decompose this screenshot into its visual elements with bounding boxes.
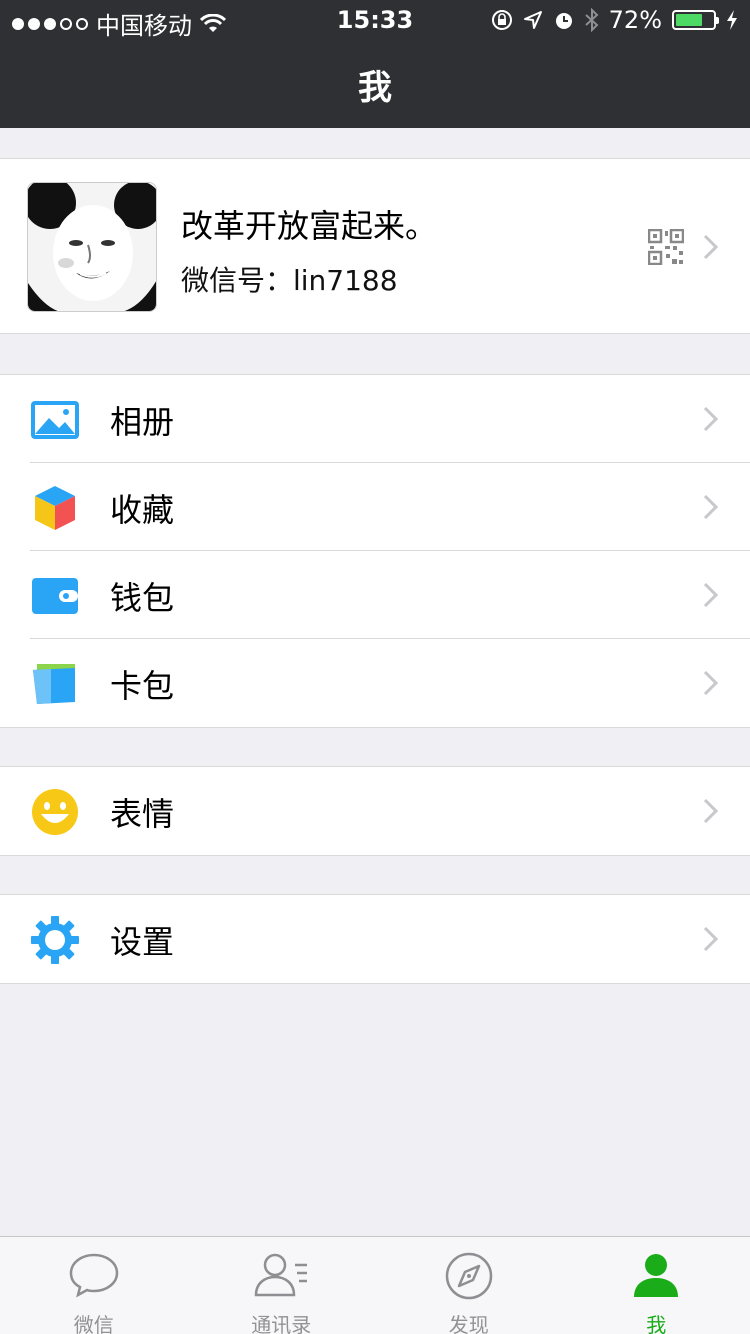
tab-label: 微信 [73, 1313, 114, 1334]
menu-item-settings[interactable]: 设置 [0, 895, 750, 983]
status-bar: 中国移动 15:33 72% [0, 0, 750, 40]
avatar[interactable] [27, 182, 157, 312]
alarm-icon [555, 13, 572, 29]
tab-chats[interactable]: 微信 [0, 1237, 188, 1334]
top-bar: 中国移动 15:33 72% 我 [0, 0, 750, 128]
menu-item-album[interactable]: 相册 [0, 375, 750, 463]
chevron-right-icon [703, 234, 719, 260]
status-right: 72% [491, 6, 738, 34]
compass-icon [445, 1252, 492, 1300]
tab-contacts[interactable]: 通讯录 [188, 1237, 376, 1334]
favorites-cube-icon [35, 486, 75, 530]
bluetooth-icon [584, 8, 599, 32]
menu-item-favorites[interactable]: 收藏 [0, 463, 750, 551]
chat-bubble-icon [69, 1253, 119, 1298]
contacts-icon [254, 1253, 308, 1297]
page-title: 我 [358, 68, 392, 108]
tab-discover[interactable]: 发现 [375, 1237, 563, 1334]
chevron-right-icon [703, 670, 719, 696]
menu-item-label: 设置 [110, 923, 175, 961]
tab-label: 通讯录 [251, 1313, 312, 1334]
tab-label: 我 [646, 1313, 667, 1334]
chevron-right-icon [703, 406, 719, 432]
menu-group-settings: 设置 [0, 894, 750, 984]
profile-card[interactable]: 改革开放富起来。 微信号：lin7188 [0, 158, 750, 334]
wechat-id: 微信号：lin7188 [181, 264, 398, 297]
card-pack-icon [33, 664, 75, 704]
gear-icon [31, 916, 79, 964]
chevron-right-icon [703, 926, 719, 952]
chevron-right-icon [703, 494, 719, 520]
album-icon [31, 401, 79, 439]
profile-name: 改革开放富起来。 [181, 207, 438, 245]
menu-item-label: 钱包 [110, 579, 175, 617]
menu-group-main: 相册 收藏 钱包 卡包 [0, 374, 750, 728]
person-icon [634, 1254, 679, 1297]
tab-me[interactable]: 我 [563, 1237, 750, 1334]
rotation-lock-icon [491, 10, 512, 30]
battery-icon [672, 10, 719, 30]
menu-item-label: 表情 [110, 795, 175, 833]
chevron-right-icon [703, 798, 719, 824]
menu-item-card-pack[interactable]: 卡包 [0, 639, 750, 727]
wallet-icon [32, 578, 78, 614]
menu-item-wallet[interactable]: 钱包 [0, 551, 750, 639]
battery-percent: 72% [608, 6, 662, 34]
tab-bar: 微信 通讯录 发现 我 [0, 1236, 750, 1334]
menu-item-stickers[interactable]: 表情 [0, 767, 750, 855]
menu-group-stickers: 表情 [0, 766, 750, 856]
smiley-icon [32, 789, 78, 835]
qr-code-icon[interactable] [648, 229, 684, 265]
tab-label: 发现 [448, 1313, 489, 1334]
menu-item-label: 收藏 [110, 491, 175, 529]
battery-level-fill [676, 14, 702, 26]
panda-meme-avatar-icon [28, 183, 156, 311]
charging-bolt-icon [727, 10, 737, 30]
location-arrow-icon [523, 11, 542, 29]
menu-item-label: 卡包 [110, 667, 175, 705]
chevron-right-icon [703, 582, 719, 608]
menu-item-label: 相册 [110, 403, 175, 441]
